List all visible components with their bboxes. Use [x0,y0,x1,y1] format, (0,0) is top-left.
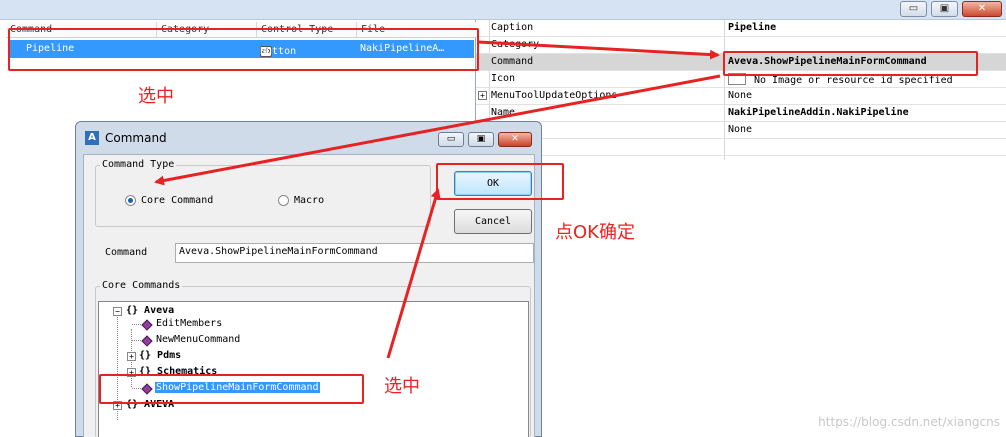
arrow-to-ok-button [386,188,441,359]
arrow-to-core-command [154,74,721,186]
annotation-arrows [154,40,721,359]
annotation-select-top: 选中 [138,86,174,107]
watermark: https://blog.csdn.net/xiangcns [818,415,1000,429]
annotation-select-bottom: 选中 [384,376,420,397]
arrow-to-command-property [477,40,720,60]
annotation-ok-note: 点OK确定 [555,222,635,243]
